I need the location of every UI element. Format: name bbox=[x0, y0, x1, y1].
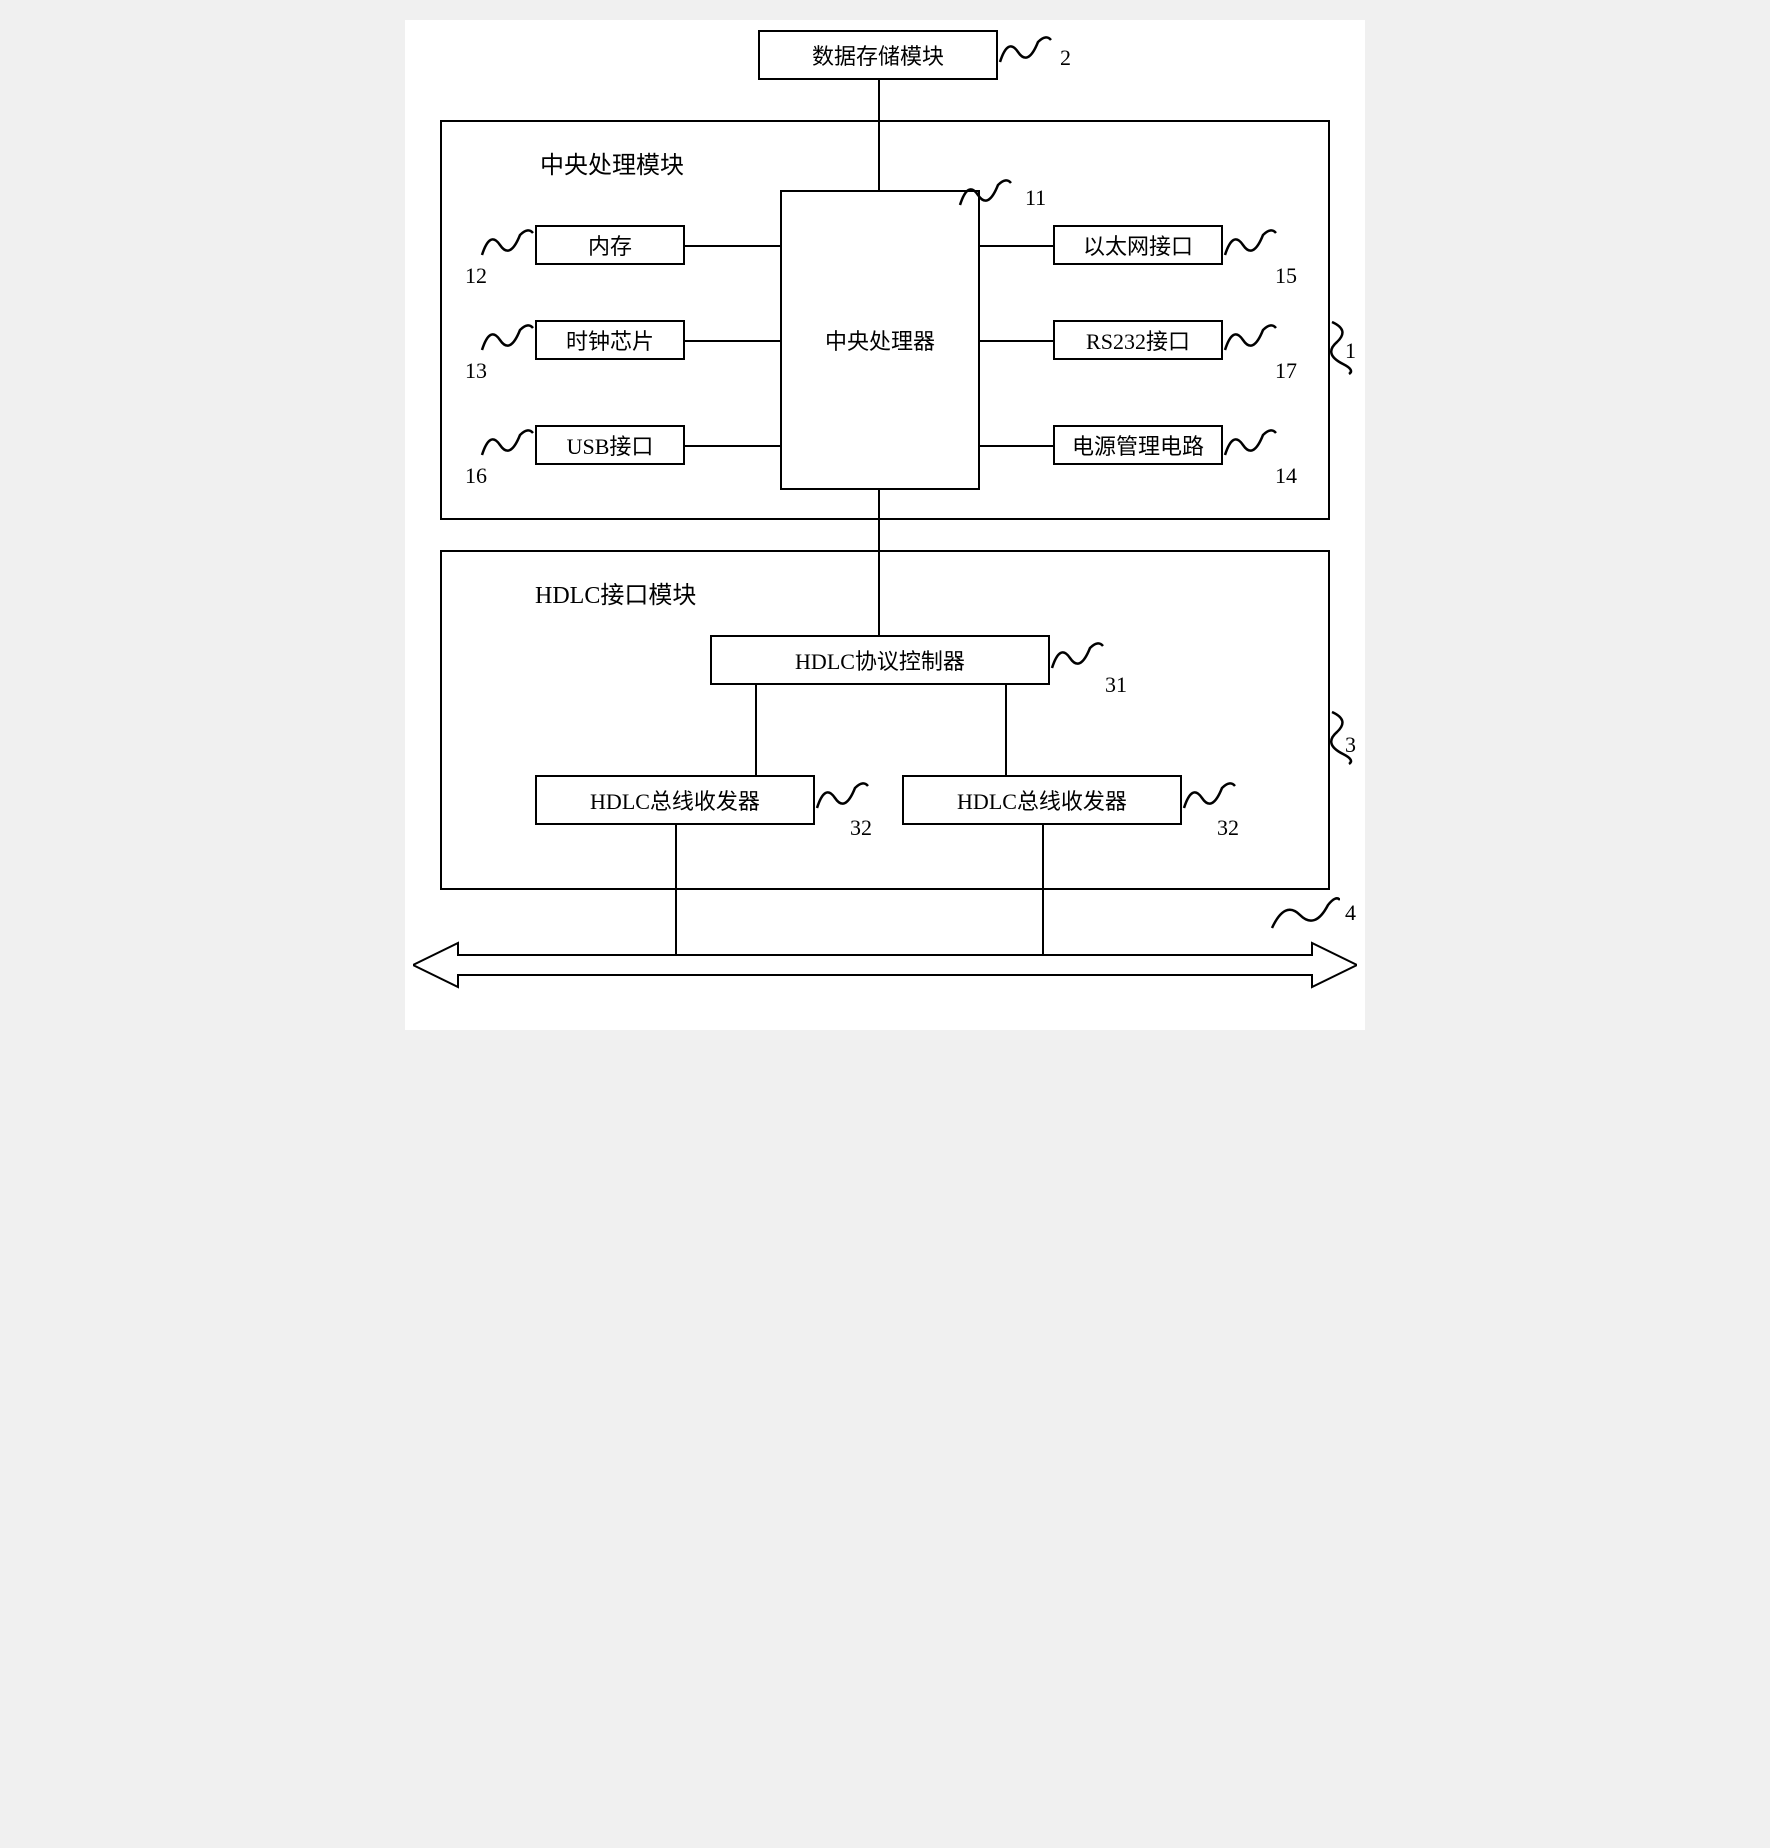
ref-32a: 32 bbox=[850, 815, 872, 841]
ref-12: 12 bbox=[465, 263, 487, 289]
power-box: 电源管理电路 bbox=[1053, 425, 1223, 465]
clock-label: 时钟芯片 bbox=[566, 324, 654, 356]
squiggle-16 bbox=[480, 425, 535, 460]
ref-13: 13 bbox=[465, 358, 487, 384]
squiggle-15 bbox=[1223, 225, 1278, 260]
line-rs232 bbox=[980, 340, 1053, 342]
squiggle-31 bbox=[1050, 638, 1105, 673]
ref-11: 11 bbox=[1025, 185, 1046, 211]
line-into-controller bbox=[878, 550, 880, 635]
ref-15: 15 bbox=[1275, 263, 1297, 289]
squiggle-12 bbox=[480, 225, 535, 260]
storage-module-box: 数据存储模块 bbox=[758, 30, 998, 80]
ref-3: 3 bbox=[1345, 732, 1356, 758]
squiggle-2 bbox=[998, 32, 1053, 67]
squiggle-13 bbox=[480, 320, 535, 355]
cpu-module-title: 中央处理模块 bbox=[540, 145, 684, 180]
ref-14: 14 bbox=[1275, 463, 1297, 489]
hdlc-transceiver-left-box: HDLC总线收发器 bbox=[535, 775, 815, 825]
rs232-box: RS232接口 bbox=[1053, 320, 1223, 360]
memory-label: 内存 bbox=[588, 229, 632, 261]
squiggle-14 bbox=[1223, 425, 1278, 460]
diagram-canvas: 数据存储模块 2 中央处理模块 中央处理器 11 内存 12 时钟芯片 13 U… bbox=[405, 20, 1365, 1030]
ref-32b: 32 bbox=[1217, 815, 1239, 841]
memory-box: 内存 bbox=[535, 225, 685, 265]
line-memory bbox=[685, 245, 780, 247]
hdlc-module-title: HDLC接口模块 bbox=[535, 575, 696, 610]
usb-label: USB接口 bbox=[567, 429, 654, 461]
line-cpu-hdlc bbox=[878, 490, 880, 550]
hdlc-transceiver-right-label: HDLC总线收发器 bbox=[957, 784, 1127, 816]
ref-2: 2 bbox=[1060, 45, 1071, 71]
ethernet-box: 以太网接口 bbox=[1053, 225, 1223, 265]
clock-box: 时钟芯片 bbox=[535, 320, 685, 360]
rs232-label: RS232接口 bbox=[1086, 324, 1190, 356]
ethernet-label: 以太网接口 bbox=[1083, 229, 1193, 261]
power-label: 电源管理电路 bbox=[1072, 429, 1204, 461]
line-ctrl-right bbox=[1005, 685, 1007, 775]
line-power bbox=[980, 445, 1053, 447]
line-storage-cpu bbox=[878, 80, 880, 120]
hdlc-transceiver-right-box: HDLC总线收发器 bbox=[902, 775, 1182, 825]
bus-arrow bbox=[413, 940, 1357, 990]
hdlc-transceiver-left-label: HDLC总线收发器 bbox=[590, 784, 760, 816]
line-trans-right-bus bbox=[1042, 825, 1044, 955]
hdlc-controller-label: HDLC协议控制器 bbox=[795, 644, 965, 676]
line-ethernet bbox=[980, 245, 1053, 247]
ref-31: 31 bbox=[1105, 672, 1127, 698]
storage-module-label: 数据存储模块 bbox=[812, 39, 944, 71]
ref-4: 4 bbox=[1345, 900, 1356, 926]
cpu-box: 中央处理器 bbox=[780, 190, 980, 490]
squiggle-4 bbox=[1270, 890, 1340, 935]
line-clock bbox=[685, 340, 780, 342]
squiggle-32a bbox=[815, 778, 870, 813]
line-into-cpu bbox=[878, 120, 880, 190]
squiggle-11 bbox=[958, 175, 1013, 210]
squiggle-17 bbox=[1223, 320, 1278, 355]
ref-16: 16 bbox=[465, 463, 487, 489]
ref-17: 17 bbox=[1275, 358, 1297, 384]
hdlc-controller-box: HDLC协议控制器 bbox=[710, 635, 1050, 685]
line-usb bbox=[685, 445, 780, 447]
usb-box: USB接口 bbox=[535, 425, 685, 465]
squiggle-32b bbox=[1182, 778, 1237, 813]
line-trans-left-bus bbox=[675, 825, 677, 955]
line-ctrl-left bbox=[755, 685, 757, 775]
ref-1: 1 bbox=[1345, 338, 1356, 364]
cpu-label: 中央处理器 bbox=[825, 324, 935, 356]
